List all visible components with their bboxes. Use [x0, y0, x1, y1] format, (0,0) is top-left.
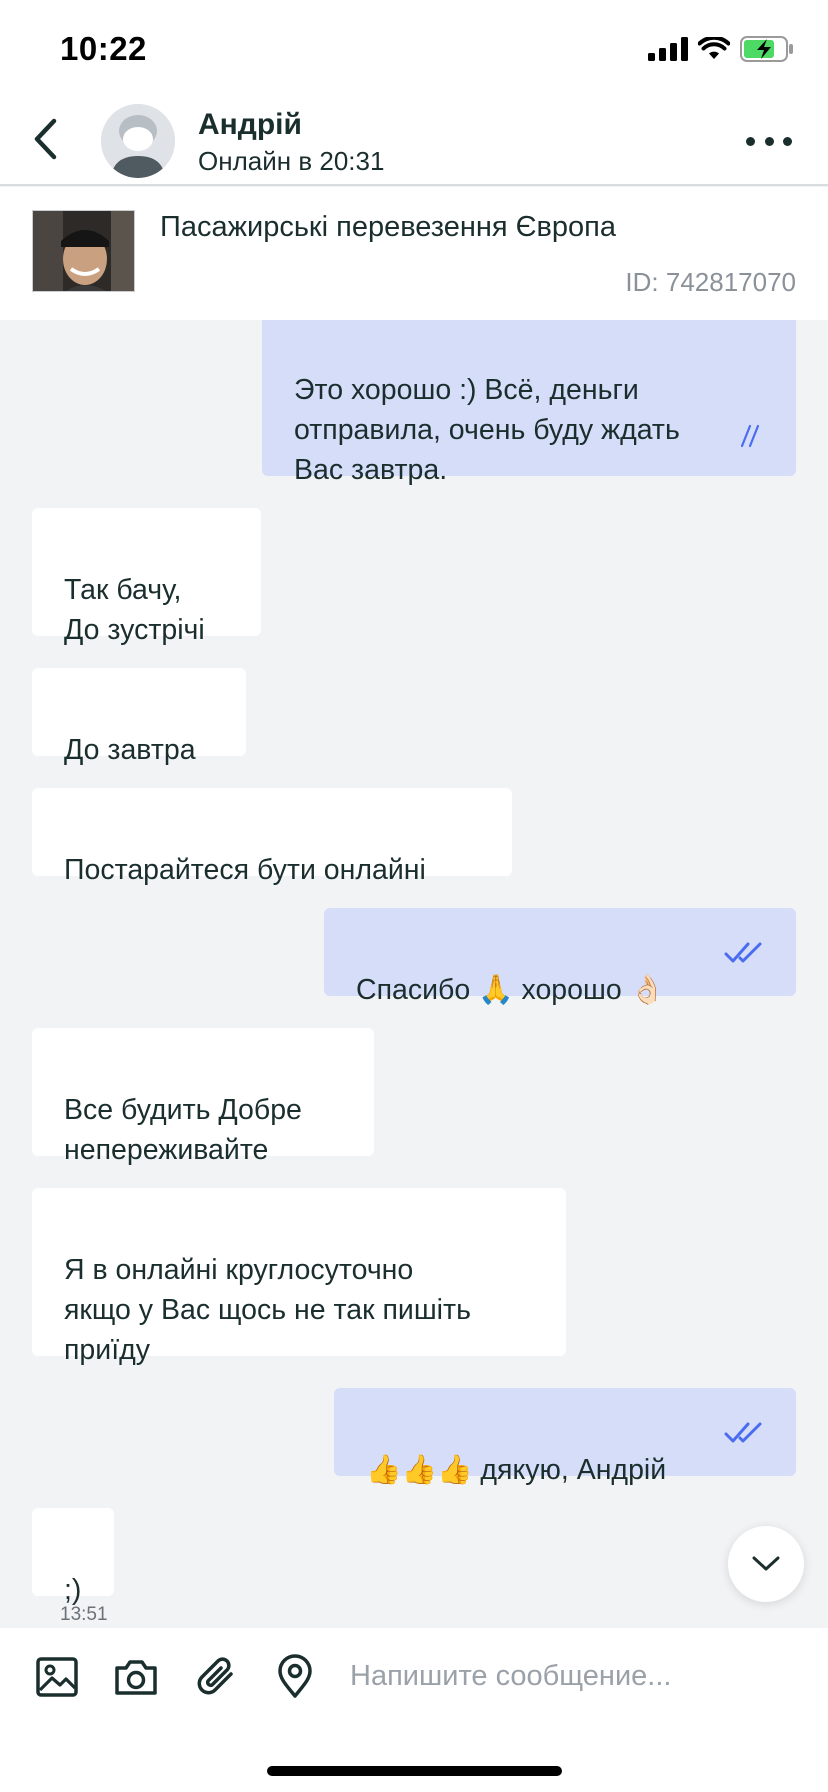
message-time: 13:51 — [60, 1604, 108, 1625]
user-avatar-icon — [101, 104, 175, 178]
message-bubble-incoming[interactable]: Так бачу, До зустрічі — [32, 508, 261, 646]
contact-status: Онлайн в 20:31 — [198, 146, 385, 176]
chat-header: Андрій Онлайн в 20:31 — [0, 100, 828, 186]
contact-name[interactable]: Андрій — [198, 108, 302, 142]
scroll-to-bottom-button[interactable] — [728, 1526, 804, 1602]
message-composer — [0, 1628, 828, 1792]
message-text: Так бачу, До зустрічі — [64, 574, 205, 646]
message-bubble-incoming[interactable]: Я в онлайні круглосуточно якщо у Вас щос… — [32, 1188, 566, 1366]
battery-charging-icon — [740, 36, 793, 62]
listing-id: ID: 742817070 — [625, 267, 796, 297]
double-check-icon — [740, 424, 760, 448]
message-text: 👍👍👍 дякую, Андрій — [366, 1454, 667, 1486]
double-check-icon — [724, 942, 762, 963]
camera-button[interactable] — [113, 1654, 159, 1700]
listing-photo — [33, 211, 134, 291]
wifi-icon — [698, 37, 730, 59]
double-check-icon — [724, 1422, 762, 1443]
location-pin-icon — [278, 1654, 312, 1698]
message-list[interactable]: Это хорошо :) Всё, деньги отправила, оче… — [0, 320, 828, 1628]
status-time: 10:22 — [60, 30, 147, 67]
more-icon-dot — [783, 136, 792, 146]
message-bubble-outgoing[interactable]: 👍👍👍 дякую, Андрій — [334, 1388, 796, 1486]
message-input[interactable] — [350, 1646, 800, 1706]
status-bar: 10:22 — [0, 0, 828, 100]
share-location-button[interactable] — [272, 1654, 318, 1700]
back-arrow-icon — [34, 118, 57, 160]
listing-title[interactable]: Пасажирські перевезення Європа — [160, 211, 616, 244]
message-bubble-incoming[interactable]: Постарайтеся бути онлайні — [32, 788, 512, 886]
avatar[interactable] — [101, 104, 175, 178]
listing-card[interactable]: Пасажирські перевезення Європа ID: 74281… — [0, 187, 828, 320]
attach-image-button[interactable] — [34, 1654, 80, 1700]
chevron-down-icon — [752, 1556, 780, 1571]
back-button[interactable] — [28, 114, 68, 164]
message-text: Постарайтеся бути онлайні — [64, 854, 426, 886]
attach-file-button[interactable] — [193, 1654, 239, 1700]
more-options-button[interactable] — [746, 128, 792, 154]
message-bubble-incoming[interactable]: ;) — [32, 1508, 114, 1606]
message-bubble-outgoing[interactable]: Это хорошо :) Всё, деньги отправила, оче… — [262, 320, 796, 486]
message-text: ;) — [64, 1574, 82, 1606]
status-icons — [648, 34, 794, 64]
message-text: До завтра — [64, 734, 196, 766]
gallery-icon — [36, 1657, 78, 1697]
message-bubble-incoming[interactable]: Все будить Добре непереживайте — [32, 1028, 374, 1166]
home-indicator — [267, 1766, 562, 1776]
more-icon-dot — [764, 136, 774, 146]
signal-icon — [648, 37, 688, 61]
message-text: Я в онлайні круглосуточно якщо у Вас щос… — [64, 1254, 471, 1366]
message-text: Это хорошо :) Всё, деньги отправила, оче… — [294, 374, 680, 486]
message-bubble-outgoing[interactable]: Спасибо 🙏 хорошо 👌🏻 — [324, 908, 796, 1006]
message-bubble-incoming[interactable]: До завтра — [32, 668, 246, 766]
listing-thumbnail[interactable] — [32, 210, 135, 292]
more-icon — [746, 136, 755, 146]
message-text: Все будить Добре непереживайте — [64, 1094, 302, 1166]
paperclip-icon — [197, 1657, 233, 1695]
message-text: Спасибо 🙏 хорошо 👌🏻 — [356, 974, 666, 1006]
camera-icon — [115, 1660, 157, 1695]
